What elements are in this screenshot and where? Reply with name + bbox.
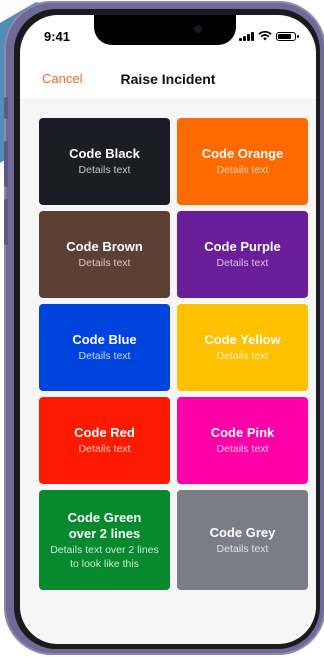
tile-details: Details text <box>78 257 131 269</box>
phone-screen: 9:41 Cancel Raise Incident Code Black De… <box>20 15 316 644</box>
code-green-tile[interactable]: Code Green over 2 lines Details text over… <box>39 490 170 590</box>
wifi-icon <box>258 31 272 41</box>
status-icons <box>239 31 299 41</box>
page-title: Raise Incident <box>120 71 216 87</box>
navigation-bar: Cancel Raise Incident <box>20 59 316 100</box>
tile-details: Details text <box>216 443 269 455</box>
code-blue-tile[interactable]: Code Blue Details text <box>39 304 170 391</box>
code-purple-tile[interactable]: Code Purple Details text <box>177 211 308 298</box>
code-brown-tile[interactable]: Code Brown Details text <box>39 211 170 298</box>
signal-icon <box>239 31 254 41</box>
code-pink-tile[interactable]: Code Pink Details text <box>177 397 308 484</box>
code-red-tile[interactable]: Code Red Details text <box>39 397 170 484</box>
code-orange-tile[interactable]: Code Orange Details text <box>177 118 308 205</box>
tile-title: Code Green over 2 lines <box>67 509 142 541</box>
screenshot-stage: 9:41 Cancel Raise Incident Code Black De… <box>0 0 324 657</box>
phone-frame: 9:41 Cancel Raise Incident Code Black De… <box>4 1 324 655</box>
tile-details: Details text <box>216 350 269 362</box>
status-time: 9:41 <box>44 29 71 44</box>
tile-details: Details text <box>78 164 131 176</box>
tile-title: Code Purple <box>204 239 281 254</box>
incident-code-list: Code Black Details text Code Orange Details… <box>20 100 316 644</box>
tile-title: Code Blue <box>72 332 137 347</box>
code-yellow-tile[interactable]: Code Yellow Details text <box>177 304 308 391</box>
tile-details: Details text <box>78 350 131 362</box>
code-grey-tile[interactable]: Code Grey Details text <box>177 490 308 590</box>
tile-details: Details text <box>216 164 269 176</box>
code-black-tile[interactable]: Code Black Details text <box>39 118 170 205</box>
notch <box>94 15 236 45</box>
battery-icon <box>276 32 299 41</box>
tile-details: Details text <box>78 443 131 455</box>
volume-up-button <box>4 141 8 187</box>
tile-details: Details text <box>216 257 269 269</box>
tile-title: Code Grey <box>209 524 276 540</box>
volume-down-button <box>4 199 8 245</box>
tile-title: Code Brown <box>66 239 143 254</box>
tile-details: Details text over 2 lines to look like t… <box>50 543 159 570</box>
tile-title: Code Pink <box>210 425 275 440</box>
mute-switch <box>4 97 8 119</box>
tile-title: Code Black <box>69 146 140 161</box>
incident-code-grid: Code Black Details text Code Orange Details… <box>39 118 308 590</box>
tile-title: Code Yellow <box>204 332 281 347</box>
tile-title: Code Red <box>74 425 135 440</box>
camera-dot <box>194 25 202 33</box>
tile-title: Code Orange <box>201 146 284 161</box>
tile-details: Details text <box>216 542 269 555</box>
